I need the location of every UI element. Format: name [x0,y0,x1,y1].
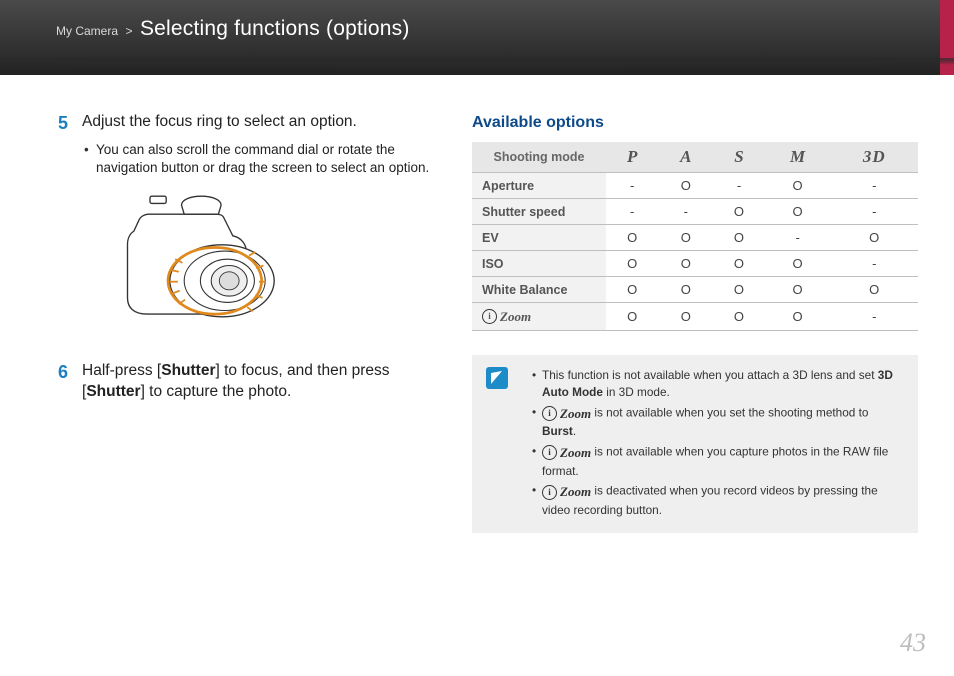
cell: - [830,251,918,277]
step-6-shutter-2: Shutter [86,383,140,400]
table-row: ISOOOOO- [472,251,918,277]
step-6-shutter-1: Shutter [161,362,215,379]
note-icon [486,367,508,389]
col-a: A [658,142,713,173]
izoom-word: Zoom [560,482,591,502]
cell: O [606,277,658,303]
cell: O [606,251,658,277]
cell: - [830,303,918,331]
note-2-c: . [573,424,576,438]
note-1-c: in 3D mode. [603,385,670,399]
step-text: Half-press [Shutter] to focus, and then … [82,361,438,403]
cell: O [830,277,918,303]
table-row: White BalanceOOOOO [472,277,918,303]
step-6: 6 Half-press [Shutter] to focus, and the… [54,361,438,403]
cell: - [713,173,765,199]
table-row: Aperture-O-O- [472,173,918,199]
header-shadow [0,58,954,70]
breadcrumb-separator: > [125,24,132,38]
cell: O [658,277,713,303]
note-2-a: is not available when you set the shooti… [594,405,868,419]
note-4-text: is deactivated when you record videos by… [542,484,878,517]
table-row: EVOOO-O [472,225,918,251]
note-item-4: iZoom is deactivated when you record vid… [532,482,904,519]
note-item-1: This function is not available when you … [532,367,904,402]
cell: - [658,199,713,225]
note-3-text: is not available when you capture photos… [542,444,888,477]
col-3d: 3D [830,142,918,173]
cell: O [713,225,765,251]
cell: - [830,199,918,225]
note-2-bold: Burst [542,424,573,438]
cell: O [658,251,713,277]
cell: O [658,173,713,199]
izoom-icon: iZoom [542,482,591,502]
cell: O [765,303,831,331]
izoom-icon: iZoom [542,443,591,463]
cell: O [606,303,658,331]
izoom-word: Zoom [560,404,591,424]
row-label: Shutter speed [472,199,606,225]
cell: - [606,199,658,225]
izoom-icon: iZoom [482,309,531,325]
cell: O [765,277,831,303]
cell: O [830,225,918,251]
options-table: Shooting mode P A S M 3D Aperture-O-O-Sh… [472,142,918,331]
options-heading: Available options [472,114,918,132]
cell: O [713,199,765,225]
note-item-2: iZoom is not available when you set the … [532,404,904,441]
table-header-row: Shooting mode P A S M 3D [472,142,918,173]
step-5-bullet: You can also scroll the command dial or … [84,141,438,179]
note-box: This function is not available when you … [472,355,918,534]
cell: - [830,173,918,199]
cell: O [713,277,765,303]
cell: O [658,303,713,331]
note-1-a: This function is not available when you … [542,368,878,382]
cell: O [765,199,831,225]
camera-illustration [114,188,294,343]
page-title: Selecting functions (options) [140,17,410,40]
step-6-text-a: Half-press [ [82,362,161,379]
step-number: 5 [54,112,68,135]
row-label: iZoom [472,303,606,331]
cell: - [606,173,658,199]
table-row: Shutter speed--OO- [472,199,918,225]
note-item-3: iZoom is not available when you capture … [532,443,904,480]
right-column: Available options Shooting mode P A S M … [472,98,918,676]
step-6-text-c: ] to capture the photo. [141,383,292,400]
table-row: iZoomOOOO- [472,303,918,331]
row-label: ISO [472,251,606,277]
left-column: 5 Adjust the focus ring to select an opt… [54,98,472,676]
col-s: S [713,142,765,173]
step-5: 5 Adjust the focus ring to select an opt… [54,112,438,135]
cell: O [658,225,713,251]
cell: O [606,225,658,251]
page-number: 43 [900,628,926,658]
col-p: P [606,142,658,173]
row-label: EV [472,225,606,251]
cell: O [765,173,831,199]
col-m: M [765,142,831,173]
col-shooting-mode: Shooting mode [472,142,606,173]
row-label: White Balance [472,277,606,303]
cell: O [713,251,765,277]
cell: O [713,303,765,331]
breadcrumb: My Camera [56,24,118,38]
cell: - [765,225,831,251]
izoom-word: Zoom [560,443,591,463]
step-number: 6 [54,361,68,403]
step-text: Adjust the focus ring to select an optio… [82,112,357,135]
row-label: Aperture [472,173,606,199]
izoom-icon: iZoom [542,404,591,424]
cell: O [765,251,831,277]
